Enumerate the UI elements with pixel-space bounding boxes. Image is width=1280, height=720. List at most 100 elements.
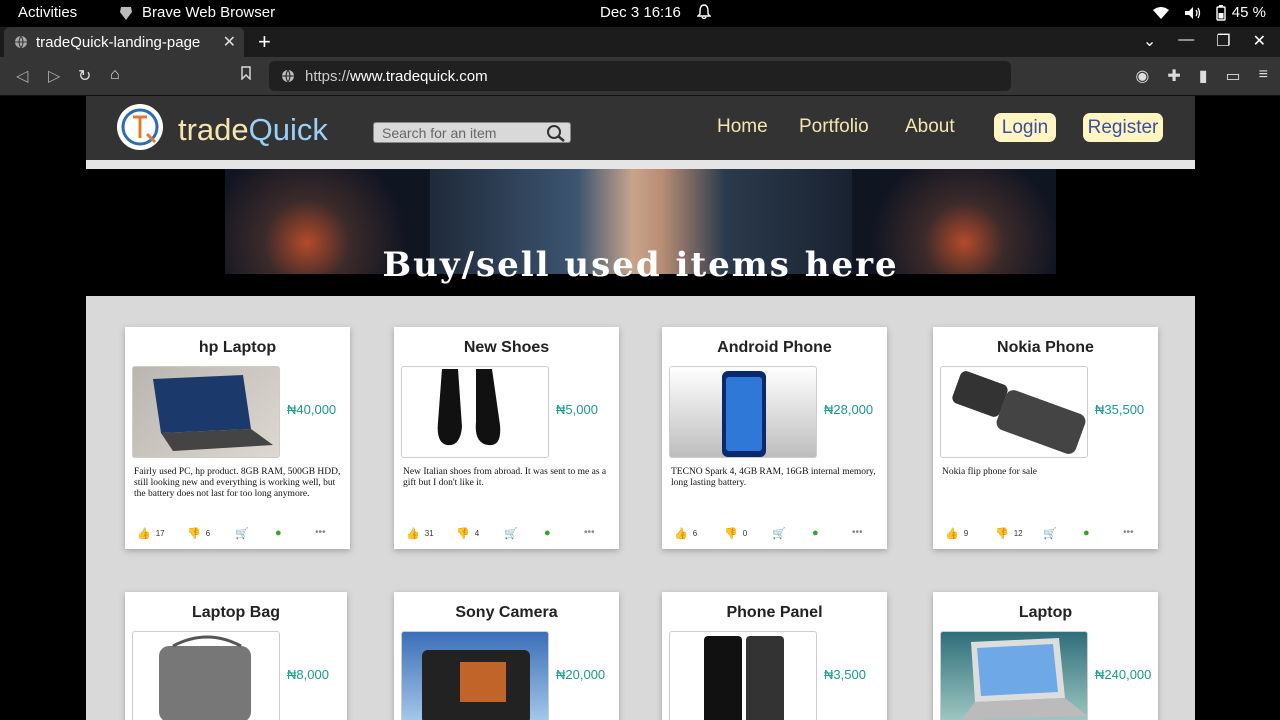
product-title: New Shoes (463, 339, 550, 356)
like-button[interactable]: 👍 9 (945, 527, 968, 540)
system-tray[interactable]: 45 % (1152, 4, 1266, 21)
dislike-count: 0 (742, 529, 748, 538)
dislike-button[interactable]: 👎 0 (724, 527, 747, 540)
chat-icon[interactable]: ● (812, 527, 819, 539)
sidebar-icon[interactable]: ▮ (1199, 66, 1208, 86)
address-bar[interactable]: https://www.tradequick.com (269, 61, 1011, 91)
login-button[interactable]: Login (994, 113, 1056, 142)
bookmark-icon[interactable] (240, 66, 252, 85)
extensions-icon[interactable]: ✚ (1167, 66, 1180, 86)
like-count: 9 (963, 529, 969, 538)
like-button[interactable]: 👍 17 (137, 527, 165, 540)
url-text: https://www.tradequick.com (305, 68, 488, 85)
header-divider (86, 160, 1195, 169)
product-card[interactable]: Laptop ₦240,000 (933, 592, 1158, 720)
back-icon[interactable]: ◁ (16, 66, 28, 86)
product-description: New Italian shoes from abroad. It was se… (403, 467, 607, 488)
menu-icon[interactable]: ≡ (1259, 66, 1268, 86)
product-card[interactable]: Sony Camera ₦20,000 (394, 592, 619, 720)
product-card[interactable]: Phone Panel ₦3,500 (662, 592, 887, 720)
search-icon[interactable] (546, 124, 566, 142)
more-icon[interactable]: ••• (1123, 527, 1134, 538)
product-title: Laptop Bag (192, 604, 280, 621)
close-tab-icon[interactable]: ✕ (223, 32, 236, 52)
window-controls: ⌄ — ❐ ✕ (1143, 31, 1266, 51)
product-image-shoes[interactable] (401, 366, 549, 458)
volume-icon (1184, 6, 1200, 19)
nav-about[interactable]: About (905, 116, 955, 138)
like-button[interactable]: 👍 6 (674, 527, 697, 540)
product-title: Sony Camera (455, 604, 558, 621)
product-actions: 👍 17 👎 6 🛒 ● ••• (137, 527, 337, 540)
dislike-count: 6 (205, 529, 211, 538)
product-image-phone-panel[interactable] (669, 631, 817, 720)
thumbs-up-icon: 👍 (945, 528, 959, 540)
site-info-icon[interactable] (281, 69, 295, 83)
brave-shields-icon[interactable]: ◉ (1135, 66, 1149, 86)
tq-logo-icon (121, 108, 159, 146)
page-container: tradeQuick Home Portfolio About Login Re… (86, 96, 1195, 720)
product-card[interactable]: Android Phone ₦28,000 TECNO Spark 4, 4GB… (662, 327, 887, 549)
tab-tradequick[interactable]: tradeQuick-landing-page ✕ (4, 27, 244, 57)
search-input[interactable] (382, 124, 542, 141)
product-image-nokia-phone[interactable] (940, 366, 1088, 458)
chat-icon[interactable]: ● (275, 527, 282, 539)
activities-button[interactable]: Activities (18, 4, 77, 21)
product-image-sony-camera[interactable] (401, 631, 549, 720)
product-image-laptop-bag[interactable] (132, 631, 280, 720)
product-card[interactable]: New Shoes ₦5,000 New Italian shoes from … (394, 327, 619, 549)
product-image-laptop[interactable] (132, 366, 280, 458)
forward-icon[interactable]: ▷ (48, 66, 60, 86)
product-image-laptop-2[interactable] (940, 631, 1088, 720)
thumbs-up-icon: 👍 (674, 528, 688, 540)
cart-icon[interactable]: 🛒 (504, 527, 518, 540)
product-title: Laptop (1018, 604, 1073, 621)
product-actions: 👍 31 👎 4 🛒 ● ••• (406, 527, 606, 540)
app-menu[interactable]: Brave Web Browser (118, 4, 275, 21)
product-card[interactable]: Laptop Bag ₦8,000 (125, 592, 347, 720)
brand-name[interactable]: tradeQuick (178, 112, 328, 148)
browser-toolbar: ◁ ▷ ↻ ⌂ https://www.tradequick.com ◉ ✚ ▮… (0, 57, 1280, 96)
product-card[interactable]: Nokia Phone ₦35,500 Nokia flip phone for… (933, 327, 1158, 549)
cart-icon[interactable]: 🛒 (235, 527, 249, 540)
url-host: www.tradequick.com (350, 67, 488, 85)
more-icon[interactable]: ••• (584, 527, 595, 538)
close-window-icon[interactable]: ✕ (1253, 31, 1266, 51)
site-logo[interactable] (117, 104, 163, 150)
dislike-button[interactable]: 👎 4 (456, 527, 479, 540)
nav-portfolio[interactable]: Portfolio (799, 116, 869, 138)
tab-list-chevron-icon[interactable]: ⌄ (1143, 31, 1156, 51)
dislike-count: 12 (1013, 529, 1023, 538)
more-icon[interactable]: ••• (852, 527, 863, 538)
home-icon[interactable]: ⌂ (110, 66, 120, 84)
product-title: Nokia Phone (997, 339, 1094, 356)
wallet-icon[interactable]: ▭ (1226, 66, 1241, 86)
dislike-button[interactable]: 👎 12 (995, 527, 1023, 540)
product-actions: 👍 6 👎 0 🛒 ● ••• (674, 527, 874, 540)
wifi-icon (1152, 6, 1169, 19)
globe-icon (15, 35, 27, 49)
product-card[interactable]: hp Laptop ₦40,000 Fairly used PC, hp pro… (125, 327, 350, 549)
like-button[interactable]: 👍 31 (406, 527, 434, 540)
reload-icon[interactable]: ↻ (78, 66, 91, 86)
minimize-icon[interactable]: — (1178, 31, 1194, 51)
nav-home[interactable]: Home (717, 116, 768, 138)
more-icon[interactable]: ••• (315, 527, 326, 538)
battery-percent: 45 % (1231, 4, 1266, 21)
new-tab-button[interactable]: + (258, 29, 271, 55)
chat-icon[interactable]: ● (1083, 527, 1090, 539)
banner-headline: Buy/sell used items here (382, 245, 899, 285)
product-price: ₦8,000 (287, 667, 329, 682)
product-image-android-phone[interactable] (669, 366, 817, 458)
restore-icon[interactable]: ❐ (1216, 31, 1230, 51)
cart-icon[interactable]: 🛒 (1043, 527, 1057, 540)
product-price: ₦28,000 (824, 402, 874, 417)
cart-icon[interactable]: 🛒 (772, 527, 786, 540)
register-button[interactable]: Register (1083, 113, 1163, 142)
product-price: ₦240,000 (1095, 667, 1152, 682)
chat-icon[interactable]: ● (544, 527, 551, 539)
thumbs-up-icon: 👍 (406, 528, 420, 540)
clock[interactable]: Dec 3 16:16 (600, 4, 681, 21)
thumbs-down-icon: 👎 (187, 528, 201, 540)
dislike-button[interactable]: 👎 6 (187, 527, 210, 540)
